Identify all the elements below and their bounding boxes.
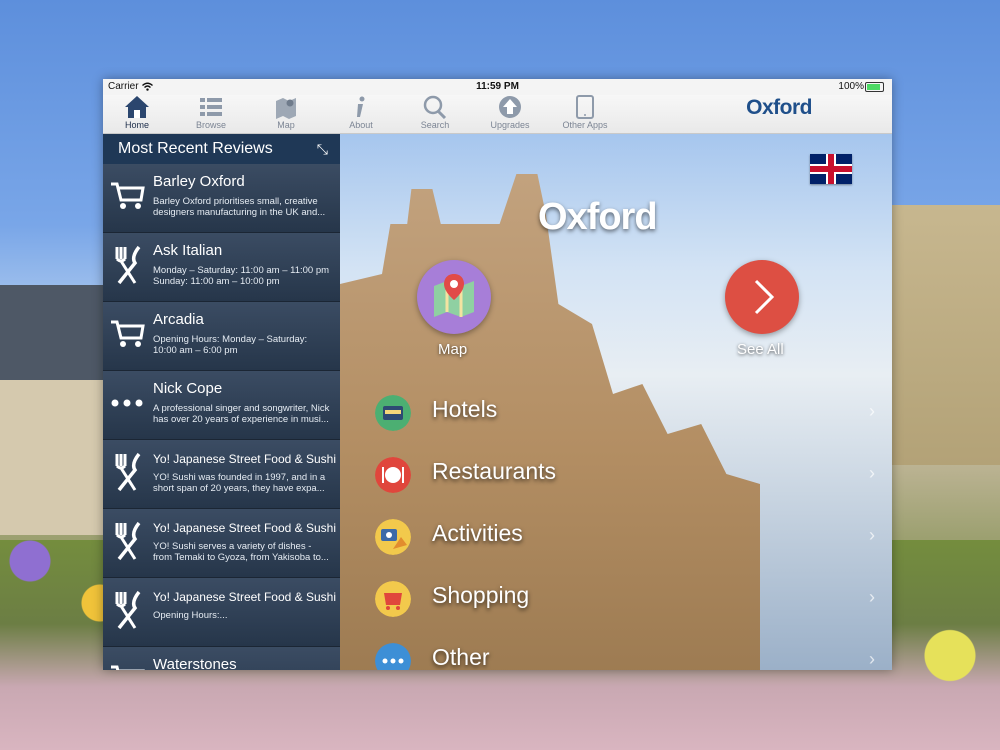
category-restaurants[interactable]: Restaurants ›	[375, 453, 875, 497]
cutlery-icon	[115, 245, 141, 285]
review-description: Monday – Saturday: 11:00 am – 11:00 pm S…	[153, 265, 330, 287]
review-title: Yo! Japanese Street Food & Sushi	[153, 590, 337, 604]
background-building-right	[892, 205, 1000, 465]
category-label: Hotels	[432, 396, 498, 422]
tab-label: Other Apps	[562, 120, 608, 130]
cart-icon	[111, 665, 145, 670]
more-icon	[111, 399, 143, 407]
category-shopping[interactable]: Shopping ›	[375, 577, 875, 621]
category-label: Other	[432, 644, 490, 670]
review-title: Nick Cope	[153, 380, 223, 397]
category-label: Restaurants	[432, 458, 557, 484]
see-all-button[interactable]	[725, 260, 799, 334]
info-icon	[357, 96, 365, 117]
review-description: Opening Hours: Monday – Saturday: 10:00 …	[153, 334, 308, 356]
toolbar: Home Browse Map About Search Upgrades Ot…	[103, 95, 892, 134]
other-icon	[375, 643, 411, 670]
category-label: Activities	[432, 520, 523, 546]
cart-icon	[111, 182, 145, 209]
tab-about[interactable]: About	[331, 95, 391, 133]
battery-percent: 100%	[838, 81, 864, 92]
home-icon	[125, 96, 149, 118]
review-title: Waterstones	[153, 656, 237, 670]
recent-reviews-sidebar: Most Recent Reviews ⤡ Barley Oxford Barl…	[103, 134, 340, 670]
category-hotels[interactable]: Hotels ›	[375, 391, 875, 435]
sidebar-title: Most Recent Reviews	[118, 140, 273, 157]
tab-label: Upgrades	[490, 120, 530, 130]
brand-logo: Oxford	[746, 96, 812, 119]
cutlery-icon	[115, 452, 141, 492]
review-item[interactable]: Arcadia Opening Hours: Monday – Saturday…	[103, 302, 340, 371]
cutlery-icon	[115, 590, 141, 630]
tab-other-apps[interactable]: Other Apps	[555, 95, 615, 133]
background-building-left	[0, 285, 104, 535]
uk-flag-icon[interactable]	[810, 154, 852, 184]
hero-title: Oxford	[538, 196, 658, 238]
search-icon	[423, 95, 447, 119]
activities-icon	[375, 519, 411, 555]
review-item[interactable]: Yo! Japanese Street Food & Sushi YO! Sus…	[103, 509, 340, 578]
chevron-right-icon: ›	[869, 463, 875, 483]
cutlery-icon	[115, 521, 141, 561]
category-label: Shopping	[432, 582, 530, 608]
tab-label: Browse	[195, 120, 226, 130]
see-all-label: See All	[737, 341, 784, 358]
chevron-right-icon: ›	[869, 649, 875, 669]
review-title: Barley Oxford	[153, 173, 245, 190]
review-description: Barley Oxford prioritises small, creativ…	[153, 196, 326, 218]
review-description: A professional singer and songwriter, Ni…	[153, 403, 330, 425]
tab-label: Map	[277, 120, 295, 130]
tab-label: About	[349, 120, 373, 130]
category-other[interactable]: Other ›	[375, 639, 875, 670]
review-description: YO! Sushi was founded in 1997, and in a …	[153, 472, 326, 494]
collapse-icon[interactable]: ⤡	[317, 134, 328, 164]
map-button-label: Map	[438, 341, 468, 358]
hotel-icon	[375, 395, 411, 431]
review-title: Yo! Japanese Street Food & Sushi	[153, 521, 337, 535]
review-item[interactable]: Waterstones	[103, 647, 340, 670]
review-item[interactable]: Ask Italian Monday – Saturday: 11:00 am …	[103, 233, 340, 302]
review-item[interactable]: Yo! Japanese Street Food & Sushi YO! Sus…	[103, 440, 340, 509]
clock: 11:59 PM	[476, 81, 519, 92]
tab-map[interactable]: Map	[256, 95, 316, 133]
map-icon	[276, 98, 296, 119]
review-title: Yo! Japanese Street Food & Sushi	[153, 452, 337, 466]
tablet-icon	[576, 95, 594, 119]
upload-icon	[499, 96, 521, 118]
chevron-right-icon	[754, 279, 775, 315]
restaurant-icon	[375, 457, 411, 493]
tab-home[interactable]: Home	[107, 95, 167, 133]
shopping-icon	[375, 581, 411, 617]
review-item[interactable]: Yo! Japanese Street Food & Sushi Opening…	[103, 578, 340, 647]
chevron-right-icon: ›	[869, 401, 875, 421]
status-bar: Carrier 11:59 PM 100%	[103, 79, 892, 95]
app-window: Carrier 11:59 PM 100% Home Browse Map Ab…	[103, 79, 892, 670]
tab-label: Search	[420, 120, 450, 130]
review-title: Ask Italian	[153, 242, 223, 259]
battery-icon	[865, 82, 884, 92]
cart-icon	[111, 320, 145, 347]
review-item[interactable]: Barley Oxford Barley Oxford prioritises …	[103, 164, 340, 233]
review-description: YO! Sushi serves a variety of dishes - f…	[153, 541, 329, 563]
review-item[interactable]: Nick Cope A professional singer and song…	[103, 371, 340, 440]
map-button[interactable]	[417, 260, 491, 334]
map-pin-icon	[434, 274, 474, 317]
hero-area: Oxford Map See All Hotels › Restaurants …	[340, 134, 892, 670]
list-icon	[200, 98, 222, 116]
review-description: Opening Hours:...	[153, 610, 228, 621]
tab-browse[interactable]: Browse	[181, 95, 241, 133]
tab-label: Home	[124, 120, 149, 130]
category-activities[interactable]: Activities ›	[375, 515, 875, 559]
tab-upgrades[interactable]: Upgrades	[480, 95, 540, 133]
review-title: Arcadia	[153, 311, 204, 328]
tab-search[interactable]: Search	[405, 95, 465, 133]
chevron-right-icon: ›	[869, 587, 875, 607]
sidebar-header: Most Recent Reviews ⤡	[103, 134, 340, 164]
chevron-right-icon: ›	[869, 525, 875, 545]
